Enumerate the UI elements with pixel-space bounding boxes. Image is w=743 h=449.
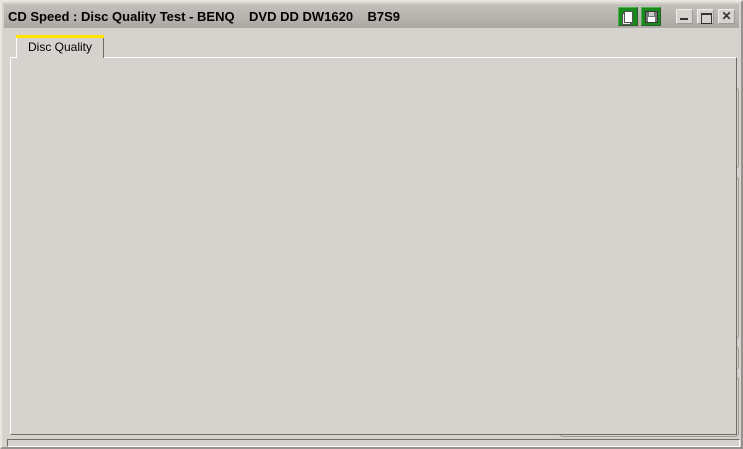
maximize-button[interactable] xyxy=(697,8,714,24)
title-bar[interactable]: CD Speed : Disc Quality Test - BENQ DVD … xyxy=(4,4,739,28)
tab-label: Disc Quality xyxy=(27,39,92,54)
tab-page xyxy=(10,57,737,435)
tab-highlight xyxy=(16,35,104,38)
tab-disc-quality[interactable]: Disc Quality xyxy=(16,35,104,58)
status-bar xyxy=(7,439,740,447)
copy-screenshot-icon[interactable] xyxy=(618,6,638,26)
close-button[interactable]: ✕ xyxy=(718,8,735,24)
window-title: CD Speed : Disc Quality Test - BENQ DVD … xyxy=(8,8,401,24)
save-icon[interactable] xyxy=(641,6,661,26)
minimize-button[interactable] xyxy=(676,8,693,24)
app-window: CD Speed : Disc Quality Test - BENQ DVD … xyxy=(0,0,743,449)
